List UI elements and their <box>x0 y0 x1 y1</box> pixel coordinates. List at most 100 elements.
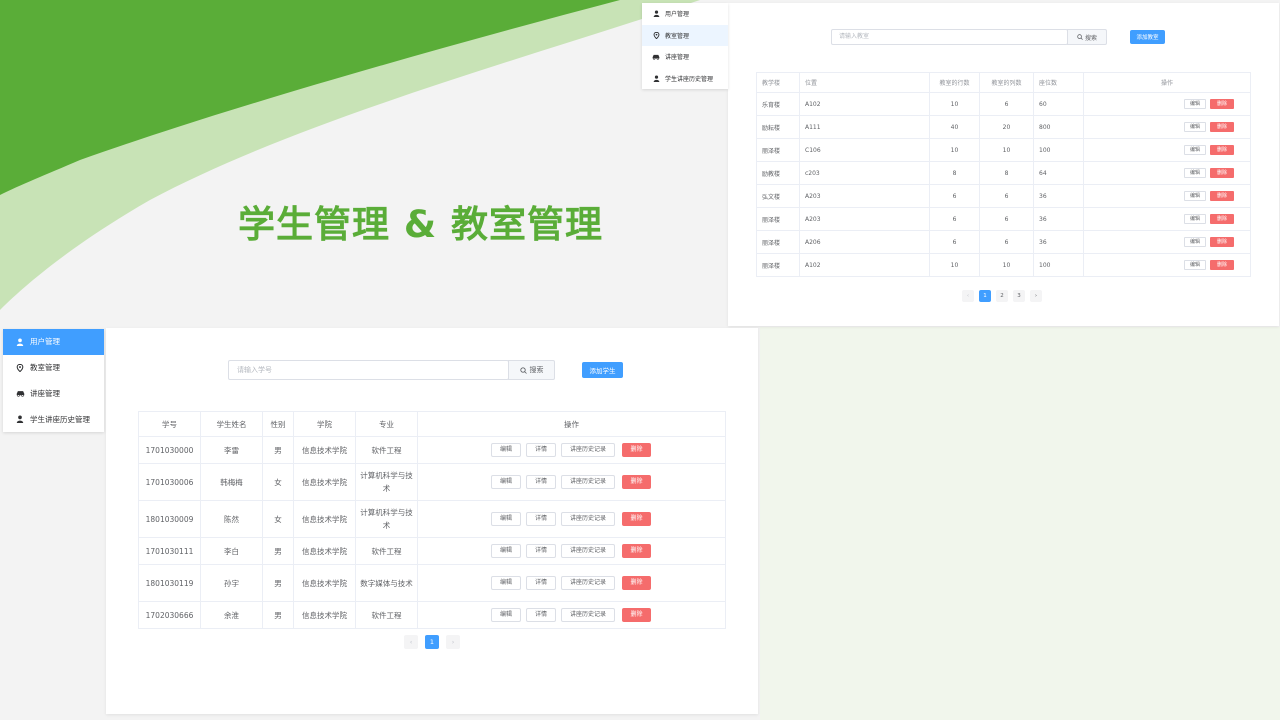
lecture-history-button[interactable]: 讲座历史记录 <box>561 544 616 558</box>
sidebar-item-label: 讲座管理 <box>30 388 60 398</box>
table-cell: 丽泽楼 <box>756 138 800 162</box>
table-cell: 软件工程 <box>355 601 418 629</box>
actions-cell: 编辑 删除 <box>1083 92 1251 116</box>
table-row: 丽泽楼 A206 6 6 36 编辑 删除 <box>756 230 1251 254</box>
sidebar-item-classrooms[interactable]: 教室管理 <box>3 355 104 381</box>
table-cell: 励耘楼 <box>756 115 800 139</box>
classroom-pagination: ‹ 1 2 3 › <box>962 290 1042 302</box>
lecture-history-button[interactable]: 讲座历史记录 <box>561 576 616 590</box>
table-header-row: 教学楼 位置 教室的行数 教室的列数 座位数 操作 <box>756 72 1251 93</box>
search-icon <box>1077 34 1083 40</box>
table-cell: 1801030119 <box>138 564 201 602</box>
detail-button[interactable]: 详情 <box>526 475 557 489</box>
sidebar-menu-student: 用户管理 教室管理 讲座管理 学生讲座历史管理 <box>3 329 104 432</box>
edit-button[interactable]: 编辑 <box>491 576 522 590</box>
table-cell: 信息技术学院 <box>293 537 356 565</box>
detail-button[interactable]: 详情 <box>526 576 557 590</box>
delete-button[interactable]: 删除 <box>622 576 652 590</box>
lecture-history-button[interactable]: 讲座历史记录 <box>561 475 616 489</box>
edit-button[interactable]: 编辑 <box>1183 260 1206 270</box>
lecture-history-button[interactable]: 讲座历史记录 <box>561 512 616 526</box>
table-cell: 40 <box>929 115 980 139</box>
delete-button[interactable]: 删除 <box>622 544 652 558</box>
detail-button[interactable]: 详情 <box>526 608 557 622</box>
delete-button[interactable]: 删除 <box>1210 122 1234 132</box>
table-cell: 信息技术学院 <box>293 601 356 629</box>
delete-button[interactable]: 删除 <box>1210 214 1234 224</box>
sidebar-item-label: 用户管理 <box>30 337 60 347</box>
sidebar-item-lecture-history[interactable]: 学生讲座历史管理 <box>642 68 728 90</box>
page-number-button[interactable]: 3 <box>1013 290 1025 302</box>
classroom-table: 教学楼 位置 教室的行数 教室的列数 座位数 操作 乐育楼 A102 10 6 60 编辑 删除 励耘楼… <box>756 72 1251 277</box>
classroom-search-input[interactable]: 请输入教室 <box>831 29 1068 45</box>
user-icon <box>652 10 660 18</box>
table-cell: A206 <box>799 230 930 254</box>
delete-button[interactable]: 删除 <box>622 475 652 489</box>
sidebar-item-lecture-history[interactable]: 学生讲座历史管理 <box>3 406 104 432</box>
edit-button[interactable]: 编辑 <box>1183 122 1206 132</box>
student-table: 学号 学生姓名 性别 学院 专业 操作 1701030000 李雷男信息技术学院 软件工程 编辑… <box>138 411 726 629</box>
edit-button[interactable]: 编辑 <box>1183 168 1206 178</box>
edit-button[interactable]: 编辑 <box>1183 237 1206 247</box>
page-number-button[interactable]: 1 <box>425 635 439 649</box>
table-cell: 10 <box>979 138 1034 162</box>
edit-button[interactable]: 编辑 <box>1183 145 1206 155</box>
student-search-input[interactable]: 请输入学号 <box>228 360 509 380</box>
sidebar-item-label: 学生讲座历史管理 <box>665 75 714 83</box>
table-cell: 男 <box>262 537 294 565</box>
detail-button[interactable]: 详情 <box>526 512 557 526</box>
prev-page-button[interactable]: ‹ <box>404 635 418 649</box>
add-classroom-button[interactable]: 添加教室 <box>1130 30 1165 44</box>
delete-button[interactable]: 删除 <box>622 443 652 457</box>
table-cell: 余淮 <box>200 601 263 629</box>
sidebar-item-label: 用户管理 <box>665 11 690 19</box>
actions-cell: 编辑 删除 <box>1083 138 1251 162</box>
delete-button[interactable]: 删除 <box>1210 99 1234 109</box>
delete-button[interactable]: 删除 <box>622 512 652 526</box>
sidebar-item-classrooms[interactable]: 教室管理 <box>642 24 728 46</box>
table-cell: 信息技术学院 <box>293 564 356 602</box>
page-number-button[interactable]: 1 <box>979 290 991 302</box>
detail-button[interactable]: 详情 <box>526 443 557 457</box>
add-student-button[interactable]: 添加学生 <box>582 362 623 378</box>
edit-button[interactable]: 编辑 <box>1183 214 1206 224</box>
edit-button[interactable]: 编辑 <box>491 512 522 526</box>
detail-button[interactable]: 详情 <box>526 544 557 558</box>
column-header: 操作 <box>1083 72 1251 93</box>
lecture-history-button[interactable]: 讲座历史记录 <box>561 608 616 622</box>
sidebar-item-users[interactable]: 用户管理 <box>642 3 728 25</box>
table-cell: 陈然 <box>200 500 263 538</box>
table-cell: 6 <box>929 207 980 231</box>
edit-button[interactable]: 编辑 <box>1183 99 1206 109</box>
edit-button[interactable]: 编辑 <box>491 608 522 622</box>
next-page-button[interactable]: › <box>446 635 460 649</box>
edit-button[interactable]: 编辑 <box>491 475 522 489</box>
delete-button[interactable]: 删除 <box>622 608 652 622</box>
edit-button[interactable]: 编辑 <box>1183 191 1206 201</box>
delete-button[interactable]: 删除 <box>1210 260 1234 270</box>
page-number-button[interactable]: 2 <box>996 290 1008 302</box>
delete-button[interactable]: 删除 <box>1210 145 1234 155</box>
lecture-history-button[interactable]: 讲座历史记录 <box>561 443 616 457</box>
table-cell: A111 <box>799 115 930 139</box>
sidebar-item-lectures[interactable]: 讲座管理 <box>3 381 104 407</box>
delete-button[interactable]: 删除 <box>1210 191 1234 201</box>
sidebar-item-users[interactable]: 用户管理 <box>3 329 104 355</box>
user-icon <box>15 337 25 347</box>
prev-page-button[interactable]: ‹ <box>962 290 974 302</box>
student-search-button[interactable]: 搜索 <box>508 360 555 380</box>
edit-button[interactable]: 编辑 <box>491 443 522 457</box>
table-row: 1701030006 韩梅梅女信息技术学院 计算机科学与技术 编辑 详情 讲座历史记录 删除 <box>138 463 726 501</box>
user-icon <box>15 414 25 424</box>
table-cell: 1701030111 <box>138 537 201 565</box>
table-cell: 男 <box>262 436 294 464</box>
table-cell: 6 <box>929 230 980 254</box>
sidebar-menu-classroom: 用户管理 教室管理 讲座管理 学生讲座历史管理 <box>642 3 728 89</box>
table-cell: 计算机科学与技术 <box>355 463 418 501</box>
edit-button[interactable]: 编辑 <box>491 544 522 558</box>
sidebar-item-lectures[interactable]: 讲座管理 <box>642 46 728 68</box>
next-page-button[interactable]: › <box>1030 290 1042 302</box>
delete-button[interactable]: 删除 <box>1210 168 1234 178</box>
classroom-search-button[interactable]: 搜索 <box>1067 29 1107 45</box>
delete-button[interactable]: 删除 <box>1210 237 1234 247</box>
